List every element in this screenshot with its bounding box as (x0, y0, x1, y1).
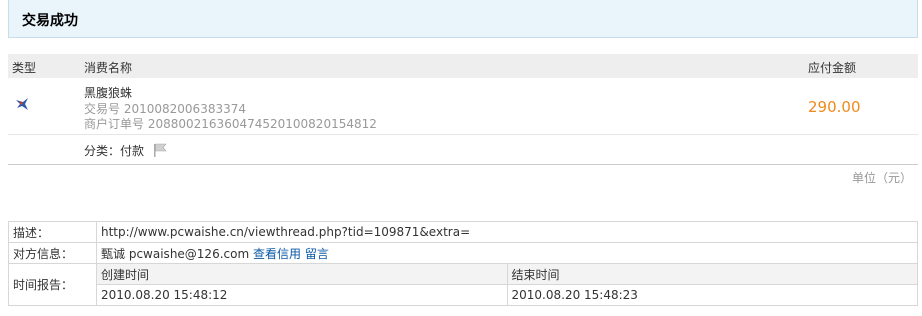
order-number-label: 商户订单号 (84, 117, 145, 131)
order-number-value: 208800216360474520100820154812 (147, 117, 377, 131)
column-type: 类型 (12, 61, 37, 75)
party-value: 甄诚 pcwaishe@126.com 查看信用 留言 (96, 242, 918, 264)
trade-number-value: 2010082006383374 (123, 102, 246, 116)
ended-time-label: 结束时间 (506, 263, 918, 285)
category-label: 分类： (84, 144, 121, 158)
check-credit-link[interactable]: 查看信用 (253, 247, 301, 261)
party-label: 对方信息： (8, 242, 97, 264)
party-email: pcwaishe@126.com (128, 246, 250, 261)
transaction-table-header: 类型 消费名称 应付金额 (8, 54, 918, 78)
description-row: 描述： http://www.pcwaishe.cn/viewthread.ph… (8, 221, 918, 243)
item-name: 黑腹狼蛛 (84, 86, 133, 100)
detail-table: 描述： http://www.pcwaishe.cn/viewthread.ph… (8, 221, 918, 306)
trade-number-label: 交易号 (84, 102, 121, 116)
description-value: http://www.pcwaishe.cn/viewthread.php?ti… (96, 221, 918, 243)
time-header-row: 时间报告： 创建时间 结束时间 (8, 263, 918, 306)
category-row: 分类：付款 (8, 135, 918, 165)
bird-icon (14, 96, 30, 112)
time-report-label: 时间报告： (8, 263, 97, 306)
description-label: 描述： (8, 221, 97, 243)
category-value: 付款 (120, 144, 145, 158)
transaction-row: 黑腹狼蛛 交易号 2010082006383374 商户订单号 20880021… (8, 78, 918, 135)
time-value-row: 2010.08.20 15:48:12 2010.08.20 15:48:23 (9, 284, 918, 306)
column-amount: 应付金额 (808, 61, 857, 75)
ended-time-value: 2010.08.20 15:48:23 (506, 284, 918, 306)
page-title: 交易成功 (22, 13, 78, 29)
page-header: 交易成功 (8, 0, 918, 38)
created-time-value: 2010.08.20 15:48:12 (96, 284, 508, 306)
message-link[interactable]: 留言 (305, 247, 329, 261)
column-name: 消费名称 (84, 61, 133, 75)
category: 分类：付款 (84, 142, 168, 160)
party-row: 对方信息： 甄诚 pcwaishe@126.com 查看信用 留言 (8, 242, 918, 264)
party-name: 甄诚 (101, 246, 126, 261)
unit-label: 单位（元） (851, 171, 912, 185)
order-number: 商户订单号 208800216360474520100820154812 (84, 115, 377, 132)
amount-value: 290.00 (808, 98, 861, 116)
flag-icon[interactable] (152, 143, 168, 160)
created-time-label: 创建时间 (96, 263, 508, 285)
